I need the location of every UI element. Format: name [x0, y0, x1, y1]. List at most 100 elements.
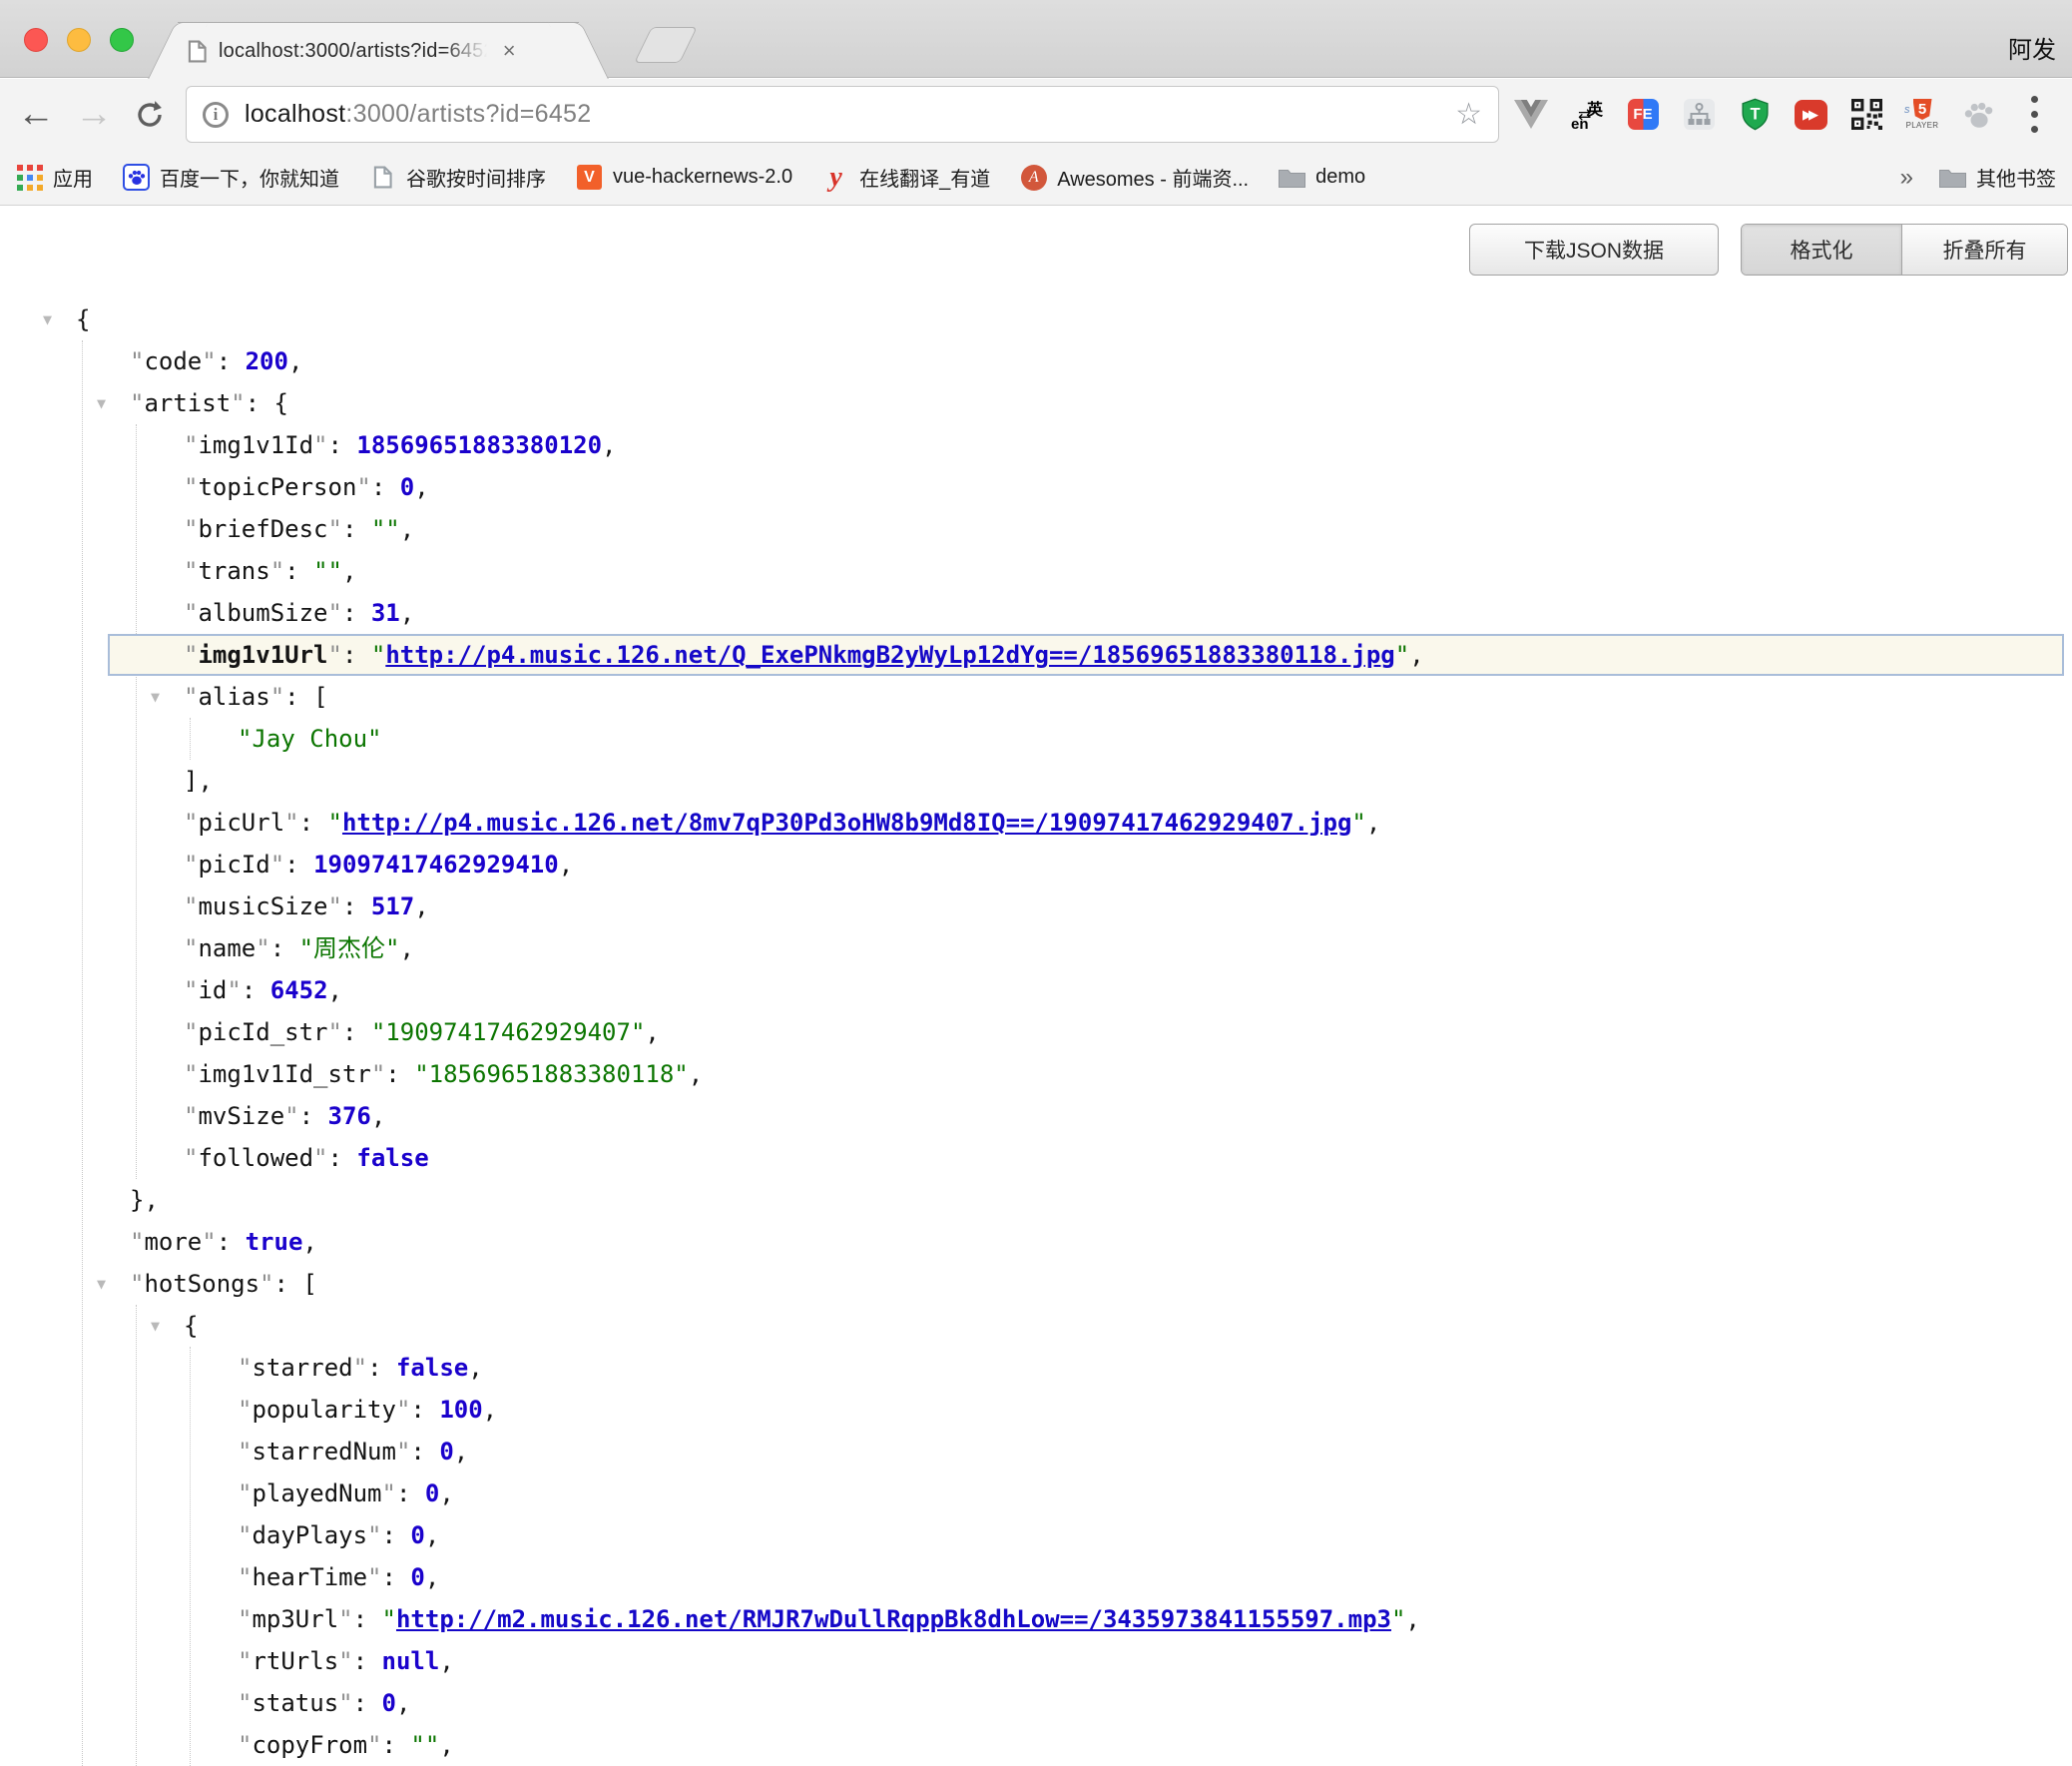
profile-button[interactable]: 阿发	[2008, 30, 2056, 65]
json-line: "img1v1Id_str": "18569651883380118",	[184, 1053, 2064, 1095]
video-speed-extension-icon[interactable]: ▶▶	[1794, 98, 1827, 132]
vue-extension-icon[interactable]	[1514, 98, 1548, 132]
baidu-paw-icon	[123, 164, 150, 191]
json-line: "topicPerson": 0,	[184, 466, 2064, 508]
json-key: more	[144, 1228, 202, 1256]
browser-menu-icon[interactable]	[2017, 98, 2051, 132]
collapse-toggle-icon[interactable]: ▼	[97, 382, 106, 424]
json-value: 31	[371, 599, 400, 627]
json-line: "trans": "",	[184, 550, 2064, 592]
browser-tab[interactable]: localhost:3000/artists?id=6452 ×	[178, 22, 579, 79]
collapse-toggle-icon[interactable]: ▼	[151, 676, 160, 718]
apps-grid-icon	[16, 164, 43, 191]
json-line: ],	[184, 760, 2064, 802]
bookmark-item[interactable]: AAwesomes - 前端资...	[1020, 163, 1249, 192]
collapse-toggle-icon[interactable]: ▼	[97, 1263, 106, 1305]
collapse-toggle-icon[interactable]: ▼	[151, 1305, 160, 1347]
json-key: hotSongs	[144, 1270, 259, 1298]
collapse-all-button[interactable]: 折叠所有	[1901, 225, 2067, 275]
json-value: true	[246, 1228, 303, 1256]
reload-button[interactable]	[128, 79, 172, 150]
bookmark-item[interactable]: 百度一下，你就知道	[123, 163, 339, 192]
tab-strip: localhost:3000/artists?id=6452 × 阿发	[0, 0, 2072, 78]
bookmark-label: demo	[1315, 166, 1365, 189]
json-key: playedNum	[252, 1479, 381, 1507]
reload-icon	[134, 99, 166, 131]
json-key: trans	[198, 557, 269, 585]
back-button[interactable]: ←	[14, 79, 58, 150]
html5-player-extension-icon[interactable]: s5PLAYER	[1905, 98, 1939, 132]
json-key: dayPlays	[252, 1521, 367, 1549]
json-key: musicSize	[198, 892, 327, 920]
json-line: ▼{	[76, 298, 2064, 340]
minimize-window-button[interactable]	[67, 28, 91, 52]
bookmarks-overflow-chevron[interactable]: »	[1900, 164, 1913, 192]
json-key: followed	[198, 1144, 313, 1172]
json-line-highlighted: "img1v1Url": "http://p4.music.126.net/Q_…	[108, 634, 2064, 676]
download-json-button[interactable]: 下载JSON数据	[1469, 224, 1719, 276]
json-value: 376	[328, 1102, 371, 1130]
json-value: 0	[400, 473, 414, 501]
json-key: albumSize	[198, 599, 327, 627]
browser-toolbar: ← → i localhost:3000/artists?id=6452 ☆ 英…	[0, 79, 2072, 150]
json-key: starredNum	[252, 1438, 396, 1466]
collapse-toggle-icon[interactable]: ▼	[43, 298, 52, 340]
json-line: "musicSize": 517,	[184, 885, 2064, 927]
vue-bookmark-icon: V	[576, 164, 603, 191]
close-window-button[interactable]	[24, 28, 48, 52]
json-value: 0	[425, 1479, 439, 1507]
json-line: "briefDesc": "",	[184, 508, 2064, 550]
json-value: "周杰伦"	[299, 934, 400, 962]
qr-code-extension-icon[interactable]	[1849, 98, 1883, 132]
json-value: null	[382, 1647, 440, 1675]
shield-extension-icon[interactable]: T	[1738, 98, 1772, 132]
bookmark-star-icon[interactable]: ☆	[1455, 97, 1482, 132]
json-line: "name": "周杰伦",	[184, 927, 2064, 969]
bookmark-item[interactable]: 应用	[16, 163, 93, 192]
json-key: mp3Url	[252, 1605, 338, 1633]
json-value: ""	[410, 1731, 439, 1759]
json-value: 0	[410, 1563, 424, 1591]
zoom-window-button[interactable]	[110, 28, 134, 52]
site-info-icon[interactable]: i	[203, 102, 229, 128]
json-key: briefDesc	[198, 515, 327, 543]
bookmark-item[interactable]: demo	[1279, 164, 1365, 191]
url-input[interactable]: i localhost:3000/artists?id=6452 ☆	[186, 86, 1499, 143]
json-line: "mvSize": 376,	[184, 1095, 2064, 1137]
json-line: "followed": false	[184, 1137, 2064, 1179]
json-line: "albumSize": 31,	[184, 592, 2064, 634]
json-key: picId	[198, 851, 269, 879]
json-key: popularity	[252, 1396, 396, 1424]
bookmark-label: 谷歌按时间排序	[406, 163, 546, 192]
json-line: "picId": 19097417462929410,	[184, 844, 2064, 885]
json-line: "Jay Chou"	[238, 718, 2064, 760]
json-key: img1v1Id_str	[198, 1060, 370, 1088]
bookmark-item[interactable]: Vvue-hackernews-2.0	[576, 164, 792, 191]
bookmarks-bar: 应用 百度一下，你就知道 谷歌按时间排序 Vvue-hackernews-2.0 y在线…	[0, 150, 2072, 206]
json-key: code	[144, 347, 202, 375]
json-key: img1v1Url	[198, 641, 327, 669]
json-value: false	[356, 1144, 428, 1172]
translate-extension-icon[interactable]: 英en⇄	[1570, 98, 1604, 132]
json-link[interactable]: http://p4.music.126.net/Q_ExePNkmgB2yWyL…	[385, 641, 1394, 669]
format-button[interactable]: 格式化	[1742, 225, 1901, 275]
json-value: 18569651883380120	[356, 431, 602, 459]
new-tab-button[interactable]	[634, 27, 698, 63]
json-line: "img1v1Id": 18569651883380120,	[184, 424, 2064, 466]
json-value: 6452	[270, 976, 328, 1004]
bookmark-item[interactable]: y在线翻译_有道	[822, 163, 990, 192]
sitemap-extension-icon[interactable]	[1682, 98, 1716, 132]
json-value: "19097417462929407"	[371, 1018, 646, 1046]
paw-extension-icon[interactable]	[1961, 98, 1995, 132]
tab-close-icon[interactable]: ×	[503, 40, 516, 62]
json-line: "starredNum": 0,	[238, 1431, 2064, 1472]
json-link[interactable]: http://m2.music.126.net/RMJR7wDullRqppBk…	[396, 1605, 1391, 1633]
json-line: "copyFrom": "",	[238, 1724, 2064, 1766]
bookmark-other-folder[interactable]: 其他书签	[1939, 163, 2056, 192]
json-key: hearTime	[252, 1563, 367, 1591]
json-line: "mp3Url": "http://m2.music.126.net/RMJR7…	[238, 1598, 2064, 1640]
json-link[interactable]: http://p4.music.126.net/8mv7qP30Pd3oHW8b…	[342, 809, 1351, 837]
fe-extension-icon[interactable]: FE	[1626, 98, 1660, 132]
bookmark-item[interactable]: 谷歌按时间排序	[369, 163, 546, 192]
json-key: picId_str	[198, 1018, 327, 1046]
